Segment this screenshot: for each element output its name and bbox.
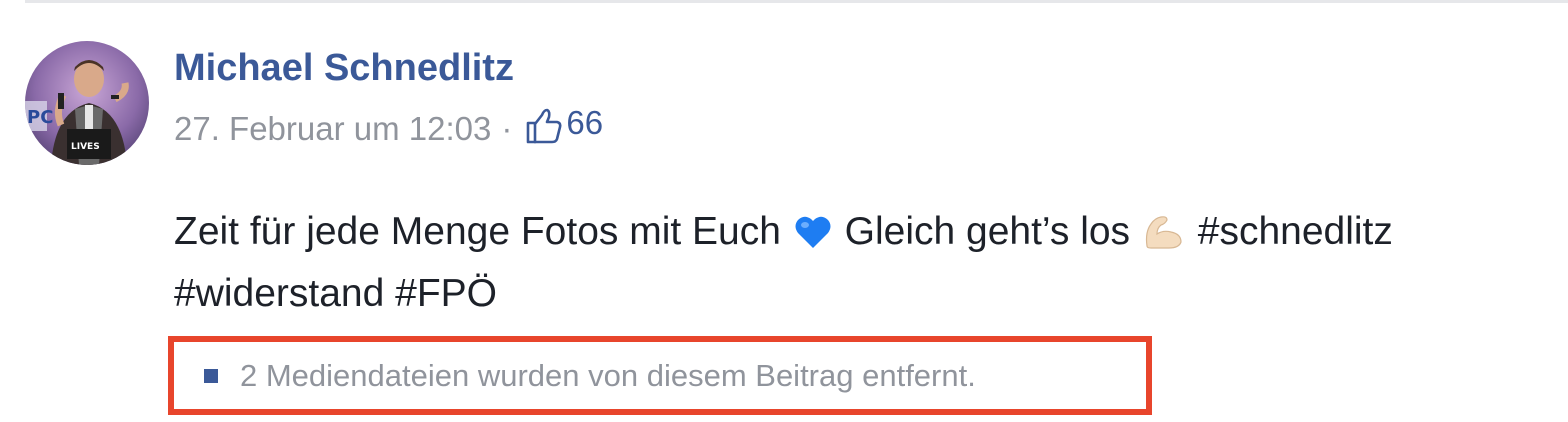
flexed-biceps-icon	[1143, 210, 1185, 266]
post-meta: 27. Februar um 12:03 · 66	[174, 104, 603, 154]
post-card: PC LIVES Michael Schnedlitz 27. Februar …	[0, 0, 1568, 422]
divider	[25, 0, 1568, 3]
avatar[interactable]: PC LIVES	[25, 41, 149, 165]
post-text-segment-2: Gleich geht’s los	[844, 210, 1131, 253]
meta-separator: ·	[501, 110, 513, 147]
post-timestamp[interactable]: 27. Februar um 12:03	[174, 110, 491, 148]
svg-text:LIVES: LIVES	[71, 142, 100, 152]
thumbs-up-icon[interactable]	[524, 106, 564, 146]
removed-media-notice: 2 Mediendateien wurden von diesem Beitra…	[168, 336, 1152, 415]
avatar-photo: PC LIVES	[25, 41, 149, 165]
bullet-icon	[204, 368, 218, 383]
removed-media-text: 2 Mediendateien wurden von diesem Beitra…	[240, 357, 976, 393]
svg-text:PC: PC	[27, 107, 53, 128]
like-count[interactable]: 66	[566, 104, 603, 142]
author-name-link[interactable]: Michael Schnedlitz	[174, 44, 514, 92]
blue-heart-icon	[794, 210, 832, 266]
post-text-segment-1: Zeit für jede Menge Fotos mit Euch	[174, 210, 781, 253]
post-body: Zeit für jede Menge Fotos mit Euch Gleic…	[174, 204, 1544, 322]
